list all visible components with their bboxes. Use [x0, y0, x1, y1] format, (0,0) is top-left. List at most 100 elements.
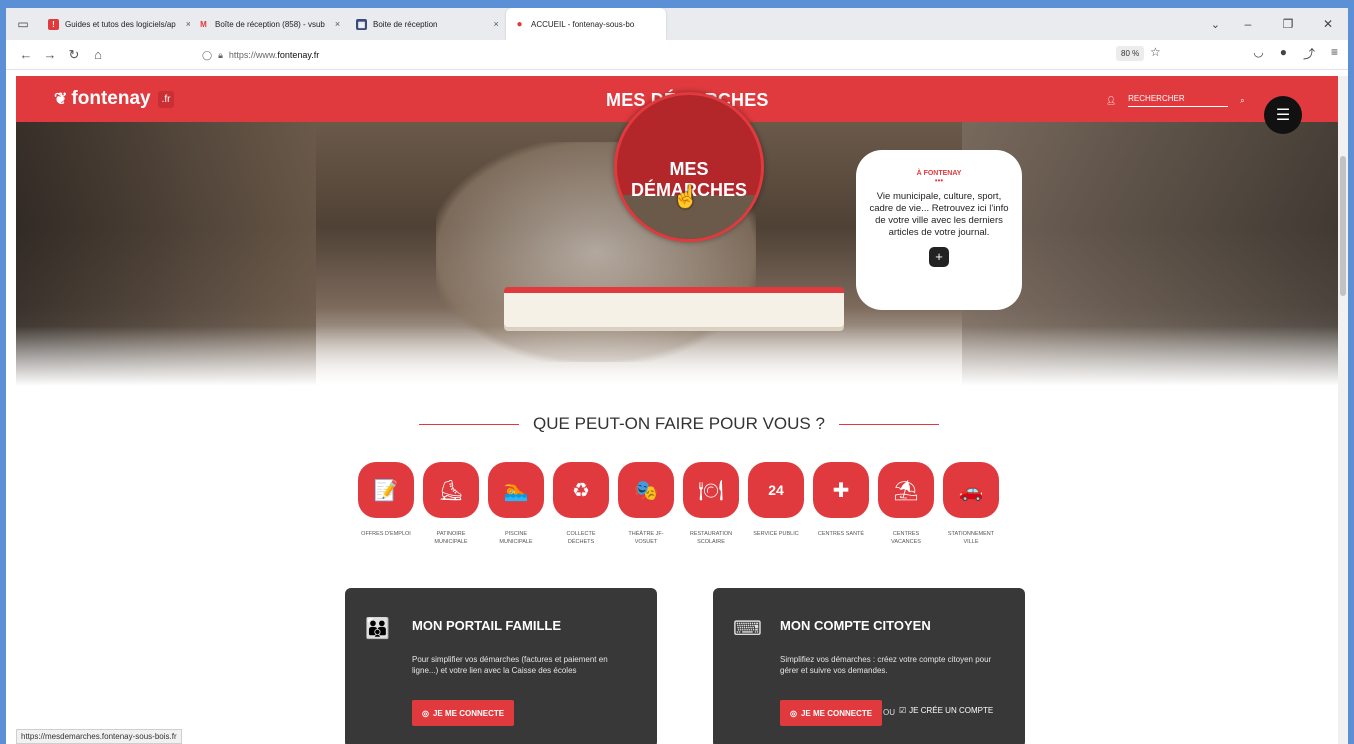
- browser-window: ▭ ! Guides et tutos des logiciels/ap × M…: [6, 8, 1348, 744]
- tab-favicon-icon: !: [48, 18, 59, 30]
- site-logo[interactable]: ❦ fontenay .fr: [54, 88, 175, 110]
- url-bar[interactable]: ◯ 🔒︎ https://www.fontenay.fr: [196, 44, 1156, 66]
- search-input[interactable]: RECHERCHER: [1128, 94, 1229, 107]
- account-icon[interactable]: ●: [1280, 45, 1287, 62]
- gmail-icon: M: [200, 19, 207, 29]
- tab-inbox[interactable]: ▦ Boite de réception ×: [348, 8, 506, 40]
- service-label: STATIONNEMENT VILLE: [947, 531, 995, 545]
- title-divider: [419, 424, 520, 426]
- service-sante[interactable]: ✚ CENTRES SANTÉ: [813, 462, 869, 546]
- forward-icon[interactable]: →: [38, 47, 62, 62]
- window-close-icon[interactable]: ✕: [1308, 17, 1348, 31]
- service-label: RESTAURATION SCOLAIRE: [689, 531, 733, 545]
- service-restauration[interactable]: 🍽 RESTAURATION SCOLAIRE: [683, 462, 739, 546]
- service-vacances[interactable]: ⛱ CENTRES VACANCES: [878, 462, 934, 546]
- link-label: JE CRÉE UN COMPTE: [909, 706, 994, 715]
- page-scrollbar[interactable]: [1338, 76, 1348, 744]
- service-piscine[interactable]: 🏊 PISCINE MUNICIPALE: [488, 462, 544, 546]
- minimize-icon[interactable]: –: [1228, 17, 1268, 31]
- theatre-icon: 🎭: [618, 462, 674, 518]
- header-search[interactable]: 👤︎ RECHERCHER ⌕: [1106, 94, 1245, 107]
- tab-list-icon[interactable]: ⌄: [1211, 8, 1220, 40]
- plate-icon: 🍽: [683, 462, 739, 518]
- zoom-level[interactable]: 80 %: [1116, 46, 1145, 61]
- service-label: SERVICE PUBLIC: [753, 531, 799, 537]
- citoyen-connect-button[interactable]: ◎ JE ME CONNECTE: [780, 700, 883, 726]
- service-patinoire[interactable]: ⛸ PATINOIRE MUNICIPALE: [423, 462, 479, 546]
- reload-icon[interactable]: ↻: [62, 47, 86, 63]
- panel-text: Simplifiez vos démarches : créez votre c…: [780, 655, 992, 675]
- pocket-icon[interactable]: ◡: [1253, 45, 1263, 62]
- extensions-icon[interactable]: ⤴: [1303, 45, 1315, 62]
- hand-cursor-icon: ☝: [672, 184, 700, 209]
- services-list: 📝 OFFRES D'EMPLOI ⛸ PATINOIRE MUNICIPALE 🏊…: [358, 462, 999, 546]
- service-collecte[interactable]: ♻ COLLECTE DÉCHETS: [553, 462, 609, 546]
- tab-overview-icon[interactable]: ▭: [6, 8, 40, 40]
- navigation-bar: ← → ↻ ⌂ ◯ 🔒︎ https://www.fontenay.fr 80 …: [6, 40, 1348, 70]
- service-label: OFFRES D'EMPLOI: [361, 531, 411, 537]
- url-text: https://www.fontenay.fr: [228, 50, 320, 60]
- tab-accueil[interactable]: ● ACCUEIL - fontenay-sous-bo: [506, 8, 666, 40]
- logo-text: fontenay: [71, 88, 151, 109]
- service-stationnement[interactable]: 🚗 STATIONNEMENT VILLE: [943, 462, 999, 546]
- pool-icon: 🏊: [488, 462, 544, 518]
- tab-close-icon[interactable]: ×: [335, 19, 340, 29]
- button-label: JE ME CONNECTE: [800, 708, 873, 718]
- family-icon: 👪︎: [365, 618, 390, 640]
- create-account-link[interactable]: ☑ JE CRÉE UN COMPTE: [899, 706, 993, 715]
- tab-label: Guides et tutos des logiciels/ap: [65, 19, 176, 29]
- user-circle-icon: ◎: [790, 708, 797, 718]
- back-icon[interactable]: ←: [14, 47, 38, 62]
- fontenay-favicon-icon: ●: [516, 18, 523, 30]
- title-divider: [838, 424, 939, 426]
- service-label: COLLECTE DÉCHETS: [566, 531, 596, 545]
- famille-connect-button[interactable]: ◎ JE ME CONNECTE: [412, 700, 515, 726]
- status-bar-url: https://mesdemarches.fontenay-sous-bois.…: [16, 729, 182, 744]
- user-circle-icon: ◎: [422, 708, 429, 718]
- search-icon[interactable]: ⌕: [1240, 96, 1244, 106]
- service-label: PISCINE MUNICIPALE: [499, 531, 533, 545]
- portail-famille-panel: 👪︎ MON PORTAIL FAMILLE Pour simplifier v…: [345, 588, 657, 744]
- service-theatre[interactable]: 🎭 THÉÂTRE JF-VOSUET: [618, 462, 674, 546]
- panel-title: MON COMPTE CITOYEN: [780, 618, 931, 633]
- toolbar-extensions: ◡ ● ⤴ ≡: [1253, 45, 1338, 62]
- tab-guides[interactable]: ! Guides et tutos des logiciels/ap ×: [40, 8, 190, 40]
- hamburger-menu-button[interactable]: ☰: [1264, 96, 1302, 134]
- ice-skate-icon: ⛸: [423, 462, 479, 518]
- panel-title: MON PORTAIL FAMILLE: [412, 618, 562, 633]
- scrollbar-thumb[interactable]: [1340, 156, 1346, 296]
- tab-close-icon[interactable]: ×: [494, 19, 499, 29]
- home-icon[interactable]: ⌂: [86, 47, 110, 62]
- hero-card-dots: •••: [934, 176, 944, 185]
- job-offer-icon: 📝: [358, 462, 414, 518]
- or-label: OU: [883, 708, 895, 717]
- tab-gmail[interactable]: M Boîte de réception (858) - vsub ×: [190, 8, 348, 40]
- service-label: CENTRES SANTÉ: [817, 531, 865, 537]
- computer-globe-icon: ⌨: [733, 618, 762, 640]
- tab-bar: ▭ ! Guides et tutos des logiciels/ap × M…: [6, 8, 1348, 40]
- user-icon[interactable]: 👤︎: [1106, 96, 1116, 105]
- shield-icon[interactable]: ◯: [202, 50, 212, 61]
- button-label: JE ME CONNECTE: [432, 708, 505, 718]
- hero-card-plus-button[interactable]: +: [929, 247, 949, 267]
- service-public[interactable]: 24 SERVICE PUBLIC: [748, 462, 804, 546]
- tab-label: Boîte de réception (858) - vsub: [215, 19, 325, 29]
- mail-icon: ▦: [356, 18, 367, 30]
- tab-label: Boite de réception: [373, 19, 438, 29]
- compte-citoyen-panel: ⌨ MON COMPTE CITOYEN Simplifiez vos déma…: [713, 588, 1025, 744]
- service-offres-emploi[interactable]: 📝 OFFRES D'EMPLOI: [358, 462, 414, 546]
- lock-icon[interactable]: 🔒︎: [218, 50, 223, 61]
- medical-kit-icon: ✚: [813, 462, 869, 518]
- hero-cake-image: [504, 287, 844, 327]
- recycle-icon: ♻: [553, 462, 609, 518]
- restore-icon[interactable]: ❐: [1268, 17, 1308, 31]
- service-label: PATINOIRE MUNICIPALE: [434, 531, 468, 545]
- leaf-icon: ❦: [54, 91, 68, 108]
- bookmark-star-icon[interactable]: ☆: [1150, 45, 1161, 59]
- service-label: THÉÂTRE JF-VOSUET: [628, 531, 664, 545]
- car-icon: 🚗: [943, 462, 999, 518]
- service-label: CENTRES VACANCES: [891, 531, 921, 545]
- checkbox-icon: ☑: [899, 706, 907, 715]
- zoom-lens-overlay: MES DÉMARCHES: [614, 92, 764, 242]
- menu-icon[interactable]: ≡: [1331, 45, 1338, 62]
